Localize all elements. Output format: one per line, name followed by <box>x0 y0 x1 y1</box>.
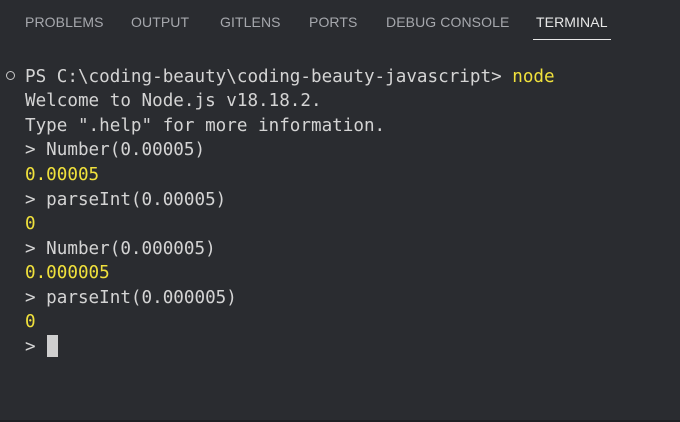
tab-ports[interactable]: PORTS <box>309 0 357 44</box>
prompt-path: PS C:\coding-beauty\coding-beauty-javasc… <box>25 67 513 87</box>
repl-input-line: > Number(0.00005) <box>25 140 206 160</box>
tab-terminal[interactable]: TERMINAL <box>533 0 611 44</box>
tab-problems[interactable]: PROBLEMS <box>25 0 104 44</box>
repl-input-line: > parseInt(0.000005) <box>25 288 237 308</box>
tab-debug-console[interactable]: DEBUG CONSOLE <box>386 0 509 44</box>
command-text: node <box>512 67 555 87</box>
terminal-prompt-line: PS C:\coding-beauty\coding-beauty-javasc… <box>25 65 555 89</box>
repl-input-line: > Number(0.000005) <box>25 239 216 259</box>
current-prompt-line[interactable]: > <box>25 335 59 359</box>
tab-gitlens[interactable]: GITLENS <box>220 0 281 44</box>
repl-output-line: 0 <box>25 214 36 234</box>
help-line: Type ".help" for more information. <box>25 116 386 136</box>
tab-output[interactable]: OUTPUT <box>131 0 189 44</box>
text-cursor <box>47 335 59 357</box>
repl-output-line: 0.000005 <box>25 263 110 283</box>
current-prompt: > <box>25 337 47 357</box>
welcome-line: Welcome to Node.js v18.18.2. <box>25 91 322 111</box>
panel-tab-bar: PROBLEMS OUTPUT GITLENS PORTS DEBUG CONS… <box>0 0 680 44</box>
command-status-circle-icon <box>6 71 15 80</box>
repl-output-line: 0 <box>25 312 36 332</box>
repl-input-line: > parseInt(0.00005) <box>25 190 227 210</box>
repl-output-line: 0.00005 <box>25 165 100 185</box>
terminal-panel: PROBLEMS OUTPUT GITLENS PORTS DEBUG CONS… <box>0 0 680 422</box>
terminal-output[interactable]: PS C:\coding-beauty\coding-beauty-javasc… <box>0 62 680 412</box>
